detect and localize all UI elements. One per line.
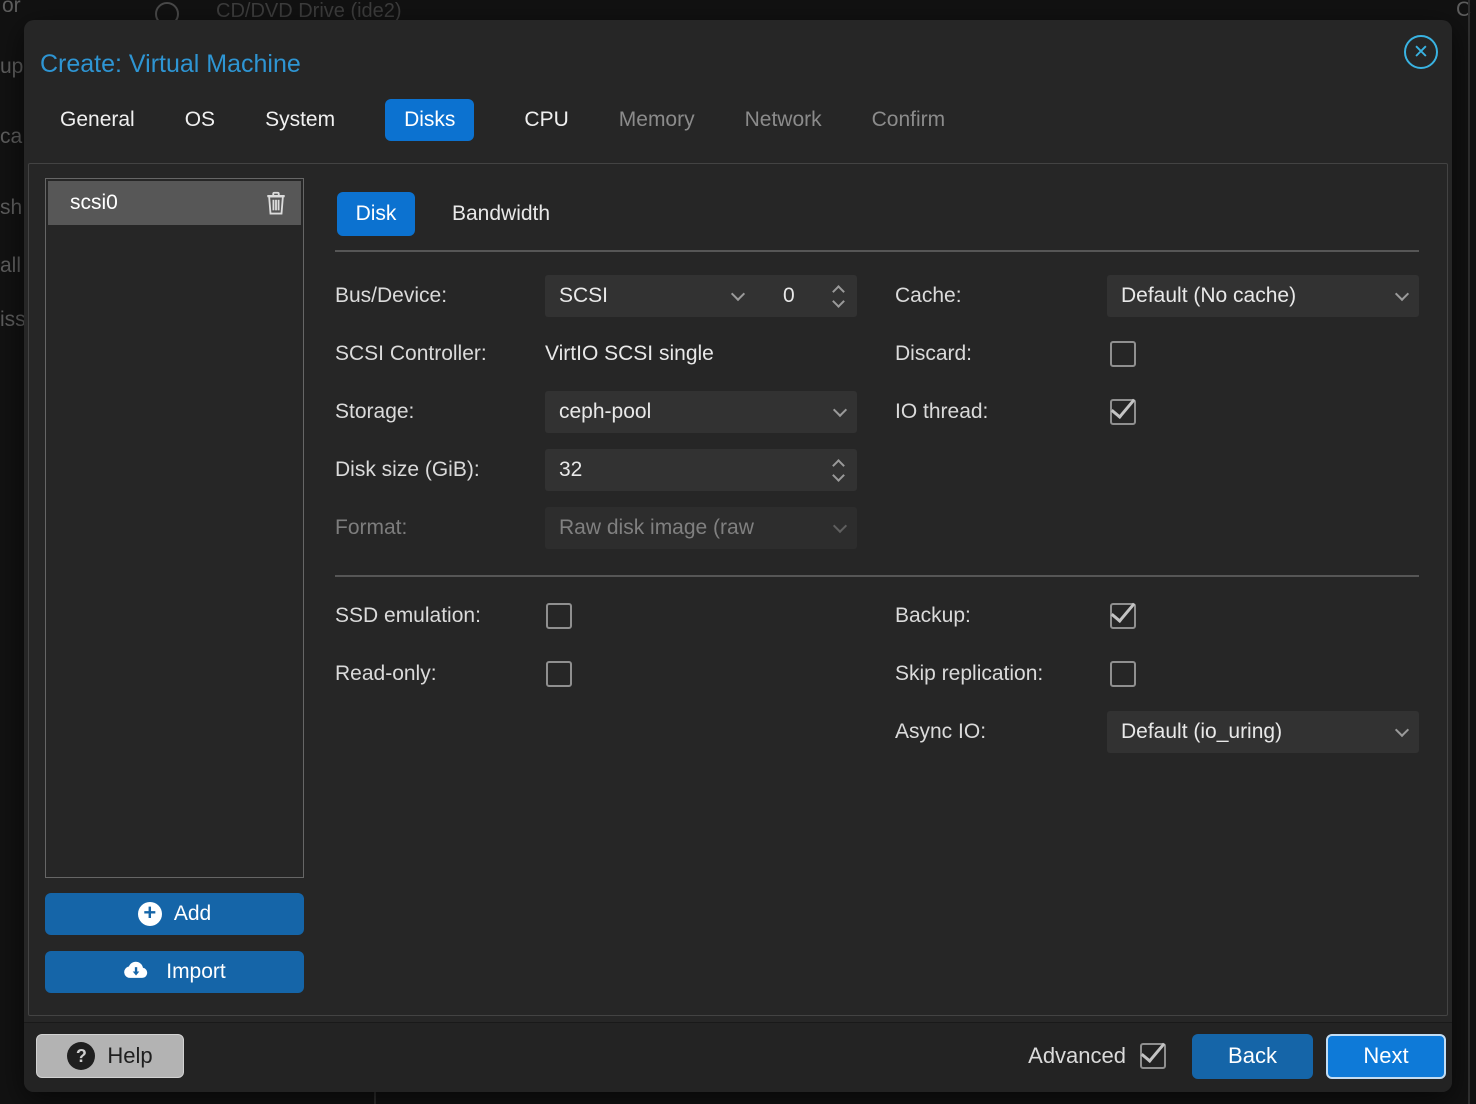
dialog-footer: ? Help Advanced Back Next	[24, 1022, 1452, 1092]
ssd-emulation-checkbox[interactable]	[546, 603, 572, 629]
bus-device-label: Bus/Device:	[335, 275, 447, 317]
scsi-controller-value: VirtIO SCSI single	[545, 333, 714, 375]
bus-value: SCSI	[545, 284, 721, 308]
disk-size-value: 32	[545, 458, 823, 482]
advanced-label: Advanced	[1028, 1043, 1126, 1069]
trash-icon[interactable]	[265, 190, 287, 216]
format-value: Raw disk image (raw	[545, 516, 823, 540]
backdrop-text-fragment: or	[2, 0, 21, 18]
skip-replication-checkbox[interactable]	[1110, 661, 1136, 687]
device-number: 0	[783, 284, 823, 308]
tab-cpu[interactable]: CPU	[524, 99, 568, 141]
chevron-down-icon	[1385, 729, 1419, 735]
read-only-label: Read-only:	[335, 653, 437, 695]
number-spinner[interactable]	[823, 461, 853, 480]
tab-disks[interactable]: Disks	[385, 99, 474, 141]
io-thread-label: IO thread:	[895, 391, 988, 433]
format-label: Format:	[335, 507, 407, 549]
bus-device-field[interactable]: SCSI 0	[545, 275, 857, 317]
cache-label: Cache:	[895, 275, 962, 317]
help-button-label: Help	[107, 1043, 152, 1069]
wizard-tab-bar: General OS System Disks CPU Memory Netwo…	[60, 96, 945, 144]
discard-label: Discard:	[895, 333, 972, 375]
add-button-label: Add	[174, 902, 211, 926]
storage-select[interactable]: ceph-pool	[545, 391, 857, 433]
list-item-scsi0[interactable]: scsi0	[48, 181, 301, 225]
cache-select[interactable]: Default (No cache)	[1107, 275, 1419, 317]
disk-size-label: Disk size (GiB):	[335, 449, 480, 491]
format-select: Raw disk image (raw	[545, 507, 857, 549]
divider	[335, 250, 1419, 252]
tab-network: Network	[745, 99, 822, 141]
import-button-label: Import	[166, 960, 226, 984]
skip-replication-label: Skip replication:	[895, 653, 1043, 695]
read-only-checkbox[interactable]	[546, 661, 572, 687]
cloud-download-icon	[123, 961, 154, 983]
subtab-bandwidth[interactable]: Bandwidth	[452, 192, 550, 236]
dialog-title: Create: Virtual Machine	[40, 50, 301, 79]
storage-value: ceph-pool	[545, 400, 823, 424]
ssd-emulation-label: SSD emulation:	[335, 595, 481, 637]
chevron-down-icon	[823, 409, 857, 415]
backdrop-divider	[1468, 0, 1470, 1104]
next-button[interactable]: Next	[1326, 1034, 1446, 1079]
disk-name-label: scsi0	[48, 191, 265, 215]
tab-system[interactable]: System	[265, 99, 335, 141]
scsi-controller-label: SCSI Controller:	[335, 333, 487, 375]
create-vm-dialog: Create: Virtual Machine ✕ General OS Sys…	[24, 20, 1452, 1092]
backdrop-text-fragment: sh	[0, 196, 22, 220]
close-icon[interactable]: ✕	[1404, 35, 1438, 69]
backup-checkbox[interactable]	[1110, 603, 1136, 629]
chevron-down-icon	[1385, 293, 1419, 299]
async-io-select[interactable]: Default (io_uring)	[1107, 711, 1419, 753]
disk-size-field[interactable]: 32	[545, 449, 857, 491]
cache-value: Default (No cache)	[1107, 284, 1385, 308]
advanced-checkbox[interactable]	[1140, 1043, 1166, 1069]
backdrop-text-fragment: all	[0, 254, 21, 278]
tab-os[interactable]: OS	[185, 99, 215, 141]
backup-label: Backup:	[895, 595, 971, 637]
help-button[interactable]: ? Help	[36, 1034, 184, 1078]
number-spinner[interactable]	[823, 287, 853, 306]
backdrop-text-fragment: ca	[0, 125, 22, 149]
tab-confirm: Confirm	[872, 99, 946, 141]
backdrop-text-fragment: iss	[0, 308, 26, 332]
disk-list-panel: scsi0	[45, 178, 304, 878]
async-io-value: Default (io_uring)	[1107, 720, 1385, 744]
chevron-down-icon	[823, 525, 857, 531]
import-button[interactable]: Import	[45, 951, 304, 993]
tab-memory: Memory	[619, 99, 695, 141]
question-circle-icon: ?	[67, 1042, 95, 1070]
io-thread-checkbox[interactable]	[1110, 399, 1136, 425]
back-button[interactable]: Back	[1192, 1034, 1313, 1079]
tab-general[interactable]: General	[60, 99, 135, 141]
discard-checkbox[interactable]	[1110, 341, 1136, 367]
plus-circle-icon: +	[138, 902, 162, 926]
add-button[interactable]: + Add	[45, 893, 304, 935]
backdrop-text-fragment: up	[0, 55, 23, 79]
divider	[335, 575, 1419, 577]
backdrop-divider	[374, 1092, 376, 1104]
chevron-down-icon	[721, 293, 755, 299]
async-io-label: Async IO:	[895, 711, 986, 753]
subtab-disk[interactable]: Disk	[337, 192, 415, 236]
storage-label: Storage:	[335, 391, 414, 433]
